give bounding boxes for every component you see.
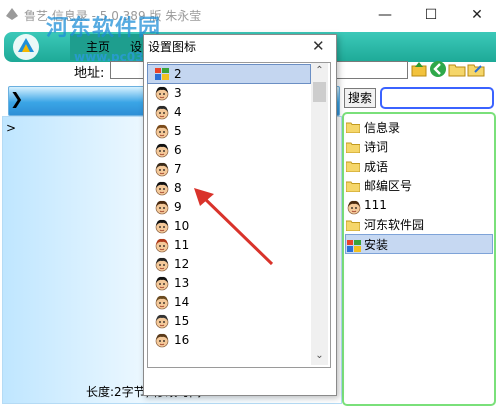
- menu-item-home[interactable]: 主页: [86, 38, 110, 55]
- icon-list-item[interactable]: 16: [148, 331, 310, 349]
- menu-item-settings[interactable]: 设: [130, 38, 142, 55]
- folder-icon: [345, 141, 361, 153]
- folder-icon: [345, 121, 361, 134]
- icon-list-item[interactable]: 7: [148, 160, 310, 178]
- icon-list-item[interactable]: 2: [147, 64, 311, 84]
- icon-list-item[interactable]: 4: [148, 103, 310, 121]
- avatar-icon: [154, 237, 170, 253]
- avatar-icon: [154, 104, 170, 120]
- windows-logo-icon: [346, 238, 361, 252]
- icon-list-item-label: 14: [174, 295, 190, 309]
- avatar-icon: [154, 142, 170, 158]
- icon-list-item-label: 3: [174, 86, 182, 100]
- icon-list-item-label: 2: [174, 67, 182, 81]
- tree-item[interactable]: 信息录: [345, 118, 492, 136]
- avatar-icon: [154, 180, 170, 196]
- avatar-icon: [346, 199, 361, 215]
- logo-icon: [6, 32, 46, 62]
- avatar-icon: [154, 332, 170, 348]
- icon-list-item[interactable]: 15: [148, 312, 310, 330]
- tree-item[interactable]: 成语: [345, 157, 492, 175]
- icon-list-item-label: 13: [174, 276, 190, 290]
- avatar-icon: [154, 199, 170, 215]
- tree-item-label: 邮编区号: [364, 179, 413, 193]
- scrollbar-thumb[interactable]: [313, 82, 326, 102]
- minimize-button[interactable]: —: [362, 0, 408, 30]
- windows-logo-icon: [154, 66, 170, 82]
- icon-list-item[interactable]: 14: [148, 293, 310, 311]
- icon-list-item-label: 9: [174, 200, 182, 214]
- tree-item[interactable]: 诗词: [345, 138, 492, 156]
- icon-list-item-label: 16: [174, 333, 190, 347]
- tree-item[interactable]: 安装: [345, 234, 493, 254]
- icon-list-item-label: 6: [174, 143, 182, 157]
- dialog-title: 设置图标: [148, 40, 197, 54]
- tree-item-label: 安装: [364, 237, 389, 252]
- back-arrow-icon[interactable]: [429, 60, 447, 78]
- tree-item-label: 成语: [364, 159, 389, 174]
- up-folder-icon[interactable]: [410, 60, 428, 78]
- icon-list-item-label: 8: [174, 181, 182, 195]
- icon-list-item[interactable]: 3: [148, 84, 310, 102]
- scroll-down-icon[interactable]: ⌄: [311, 348, 328, 364]
- tree-item[interactable]: 111: [346, 196, 492, 215]
- avatar-icon: [154, 218, 170, 234]
- tree-item-label: 诗词: [364, 140, 389, 154]
- avatar-icon: [154, 161, 170, 177]
- folder-icon: [345, 180, 361, 192]
- search-input[interactable]: [380, 87, 494, 109]
- chevron-right-icon[interactable]: ❯: [10, 89, 23, 108]
- avatar-icon: [154, 313, 170, 329]
- avatar-icon: [154, 294, 170, 310]
- close-button[interactable]: ✕: [454, 0, 500, 30]
- scroll-up-icon[interactable]: ⌃: [311, 63, 328, 79]
- tree-item[interactable]: 河东软件园: [345, 216, 492, 234]
- icon-list-item[interactable]: 6: [148, 141, 310, 159]
- folder-icon: [345, 160, 361, 173]
- icon-list-item-label: 5: [174, 124, 182, 138]
- avatar-icon: [154, 256, 170, 272]
- folder-icon: [345, 219, 361, 231]
- icon-list-item-label: 15: [174, 314, 190, 328]
- expand-arrow-icon[interactable]: >: [6, 121, 16, 135]
- avatar-icon: [154, 85, 170, 101]
- annotation-arrow: [194, 188, 274, 266]
- folder-icon[interactable]: [448, 60, 466, 78]
- tree-item-label: 河东软件园: [364, 218, 425, 232]
- tree-item[interactable]: 邮编区号: [345, 177, 492, 195]
- app-icon: [4, 6, 20, 22]
- scrollbar[interactable]: [311, 63, 328, 365]
- dialog-close-button[interactable]: ✕: [312, 37, 325, 55]
- search-button[interactable]: 搜索: [344, 88, 376, 108]
- address-label: 地址:: [74, 66, 105, 81]
- avatar-icon: [154, 275, 170, 291]
- icon-list-item-label: 4: [174, 105, 182, 119]
- icon-list-item[interactable]: 5: [148, 122, 310, 140]
- icon-list-item-label: 7: [174, 162, 182, 176]
- icon-list-item[interactable]: 13: [148, 274, 310, 292]
- tree-item-label: 信息录: [364, 120, 401, 135]
- maximize-button[interactable]: ☐: [408, 0, 454, 30]
- folder-arrow-icon[interactable]: [467, 60, 485, 78]
- tree-item-label: 111: [364, 198, 387, 212]
- avatar-icon: [154, 123, 170, 139]
